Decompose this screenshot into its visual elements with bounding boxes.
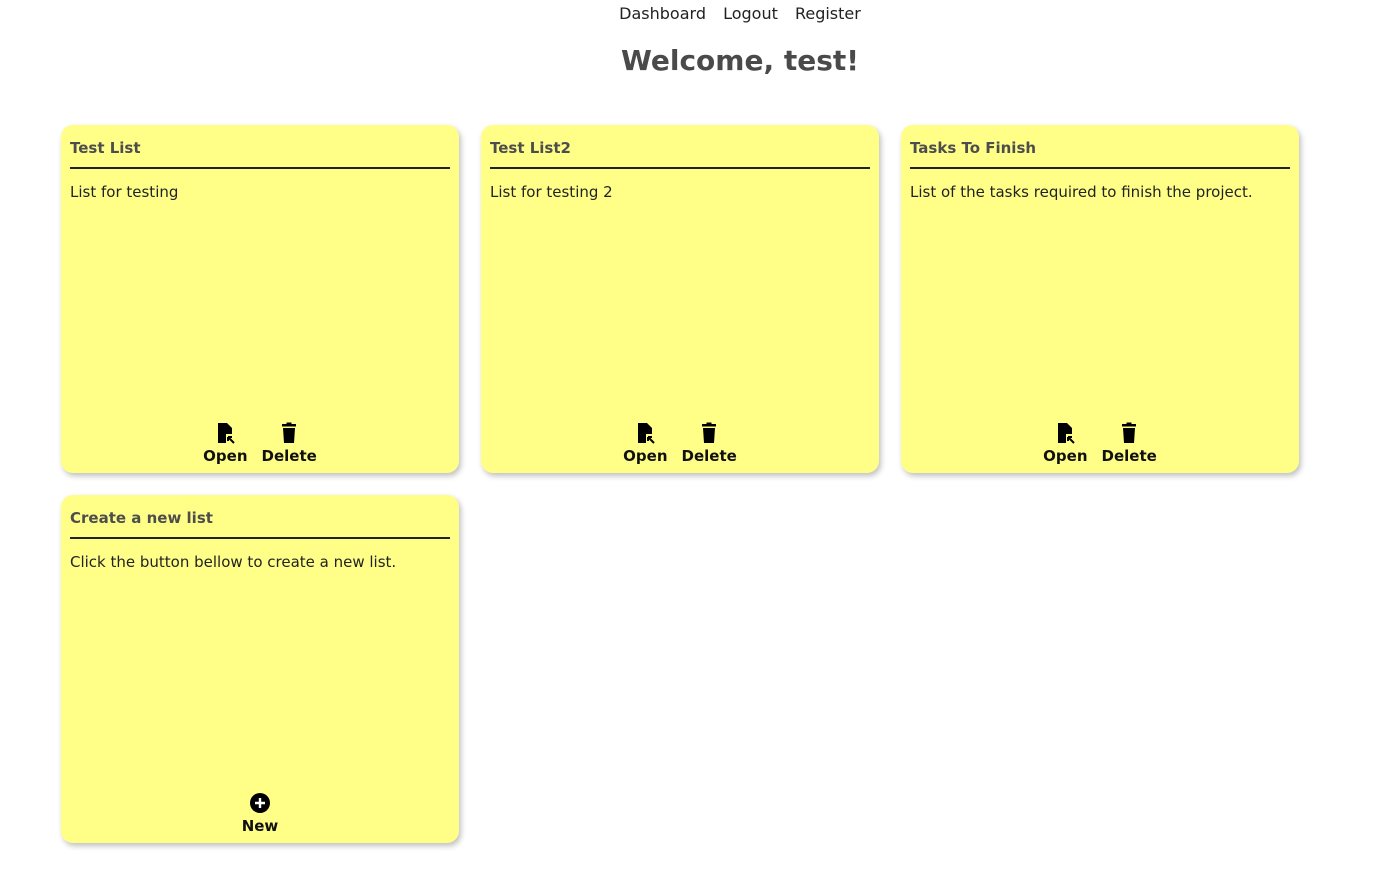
nav-logout-link[interactable]: Logout bbox=[723, 4, 778, 24]
open-button[interactable]: Open bbox=[1043, 421, 1088, 465]
delete-label: Delete bbox=[681, 447, 737, 465]
open-button[interactable]: Open bbox=[203, 421, 248, 465]
open-label: Open bbox=[623, 447, 668, 465]
delete-button[interactable]: Delete bbox=[262, 421, 317, 465]
open-label: Open bbox=[1043, 447, 1088, 465]
card-actions: Open Delete bbox=[481, 421, 879, 465]
delete-label: Delete bbox=[1101, 447, 1157, 465]
trash-icon bbox=[702, 422, 717, 443]
delete-label: Delete bbox=[261, 447, 317, 465]
open-button[interactable]: Open bbox=[623, 421, 668, 465]
card-actions: Open Delete bbox=[901, 421, 1299, 465]
file-open-icon bbox=[1058, 423, 1076, 444]
top-nav: Dashboard Logout Register bbox=[0, 4, 1382, 24]
list-card-tasks-to-finish: Tasks To Finish List of the tasks requir… bbox=[901, 125, 1299, 473]
new-list-card: Create a new list Click the button bello… bbox=[61, 495, 459, 843]
card-description: Click the button bellow to create a new … bbox=[70, 553, 397, 571]
file-open-icon bbox=[218, 423, 236, 444]
card-title: Tasks To Finish bbox=[910, 139, 1290, 169]
nav-register-link[interactable]: Register bbox=[795, 4, 861, 24]
list-card-test-list2: Test List2 List for testing 2 Open Delet… bbox=[481, 125, 879, 473]
delete-button[interactable]: Delete bbox=[1102, 421, 1157, 465]
open-label: Open bbox=[203, 447, 248, 465]
file-open-icon bbox=[638, 423, 656, 444]
list-card-test-list: Test List List for testing Open Delete bbox=[61, 125, 459, 473]
card-description: List of the tasks required to finish the… bbox=[910, 183, 1253, 201]
delete-button[interactable]: Delete bbox=[682, 421, 737, 465]
new-list-button[interactable]: New bbox=[241, 791, 279, 835]
card-title: Test List bbox=[70, 139, 450, 169]
plus-circle-icon bbox=[250, 793, 270, 813]
trash-icon bbox=[1122, 422, 1137, 443]
page-title: Welcome, test! bbox=[620, 44, 860, 77]
card-description: List for testing bbox=[70, 183, 179, 201]
card-title: Create a new list bbox=[70, 509, 450, 539]
card-title: Test List2 bbox=[490, 139, 870, 169]
card-actions: Open Delete bbox=[61, 421, 459, 465]
card-actions: New bbox=[61, 791, 459, 835]
trash-icon bbox=[282, 422, 297, 443]
card-description: List for testing 2 bbox=[490, 183, 613, 201]
new-label: New bbox=[241, 817, 279, 835]
nav-dashboard-link[interactable]: Dashboard bbox=[619, 4, 706, 24]
